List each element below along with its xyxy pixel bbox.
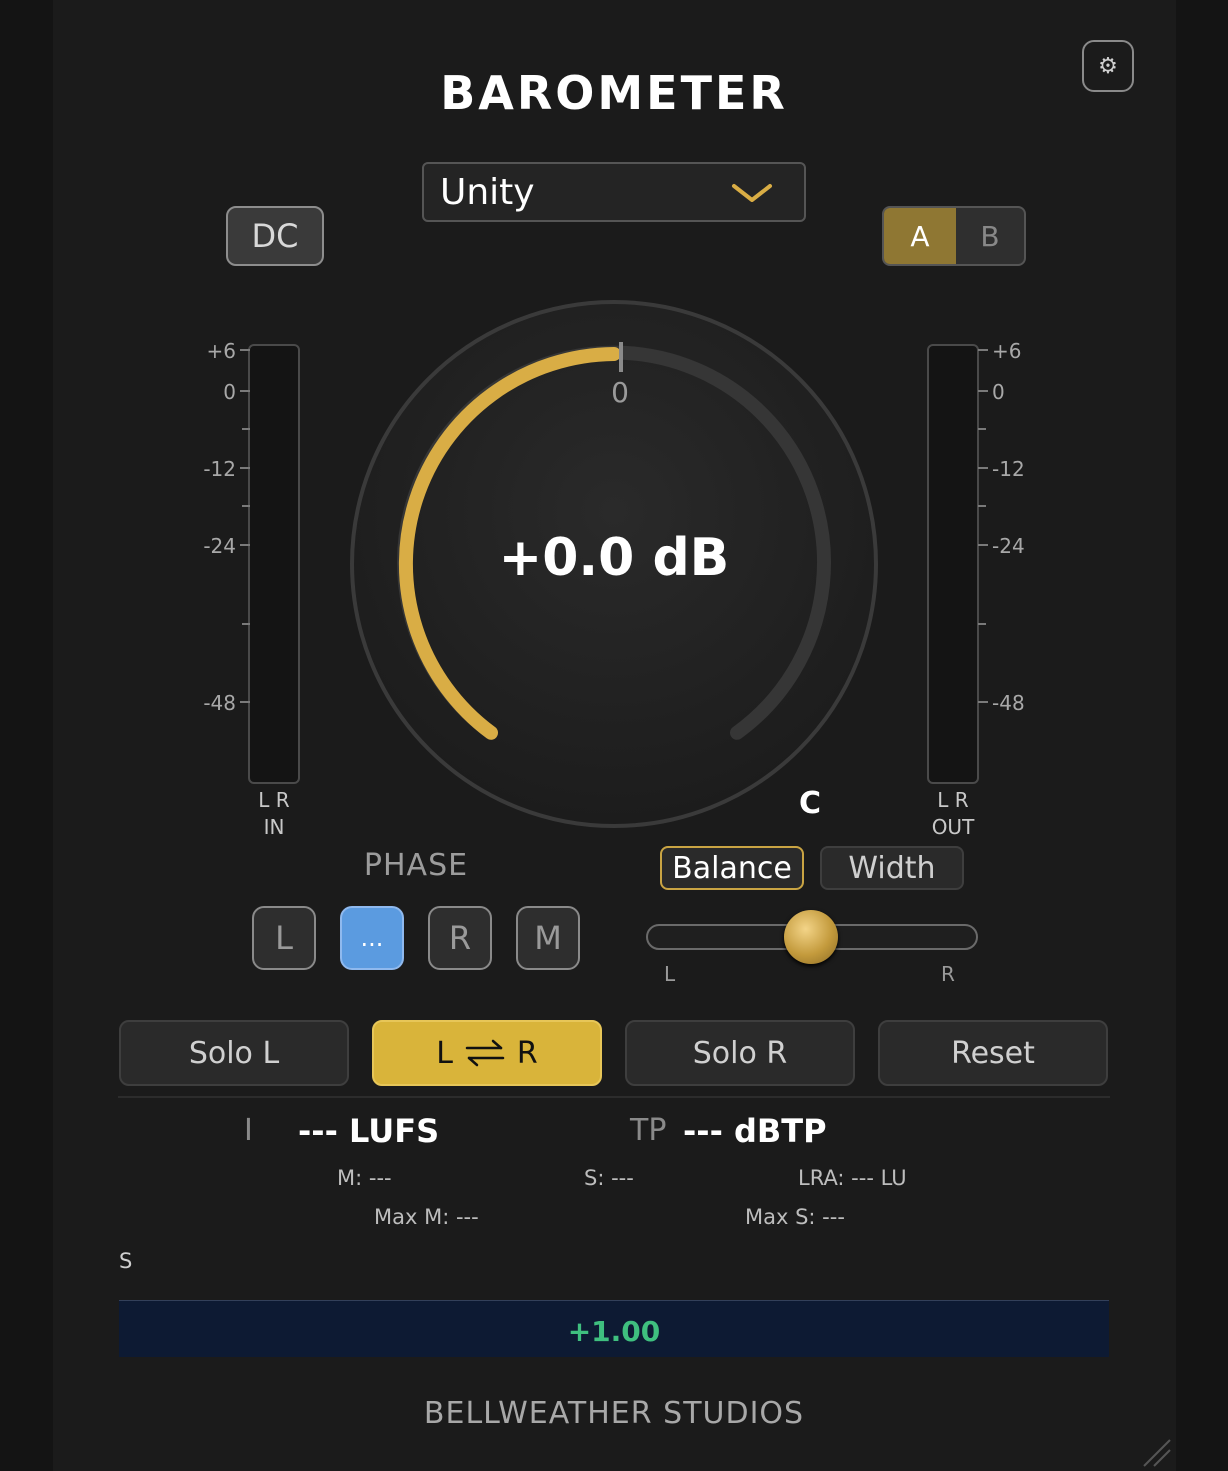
balance-tab[interactable]: Balance [660,846,804,890]
reset-button[interactable]: Reset [878,1020,1108,1086]
dc-button[interactable]: DC [226,206,324,266]
output-channels: L R [937,788,969,812]
max-short-term-value: Max S: --- [745,1205,845,1229]
input-meter-ticks [240,349,250,703]
ab-compare: A B [882,206,1026,266]
gain-value: +0.0 dB [498,528,730,588]
output-tick: -12 [992,457,1025,481]
integrated-label: I [244,1113,253,1148]
swap-left-label: L [436,1035,453,1071]
knob-zero-label: 0 [611,376,629,409]
swap-lr-button[interactable]: L R [372,1020,602,1086]
section-divider [118,1096,1110,1098]
ab-button-a[interactable]: A [884,208,956,264]
lra-value: LRA: --- LU [798,1166,907,1190]
input-tick: -48 [203,691,236,715]
chevron-down-icon [732,184,772,202]
footer-brand: BELLWEATHER STUDIOS [423,1396,805,1431]
short-term-value: S: --- [584,1166,634,1190]
output-tick: -48 [992,691,1025,715]
slider-left-label: L [664,962,676,986]
input-meter [248,344,300,784]
momentary-value: M: --- [337,1166,392,1190]
phase-button-m[interactable]: M [516,906,580,970]
dbtp-value: --- dBTP [683,1112,827,1150]
slider-right-label: R [941,962,955,986]
graph-value: +1.00 [567,1315,661,1348]
input-channels: L R [258,788,290,812]
input-tick: 0 [223,380,236,404]
output-tick: -24 [992,534,1025,558]
max-momentary-value: Max M: --- [374,1205,479,1229]
balance-center-label: C [798,786,822,821]
app-title: BAROMETER [440,66,788,120]
phase-button-l[interactable]: L [252,906,316,970]
output-tick: +6 [992,339,1022,363]
gear-icon: ⚙ [1098,53,1118,79]
input-tick: +6 [206,339,236,363]
loudness-graph: +1.00 [119,1300,1109,1357]
graph-axis-label: S [119,1249,133,1273]
preset-dropdown[interactable]: Unity [422,162,806,222]
phase-button-none[interactable]: ... [340,906,404,970]
input-tick: -12 [203,457,236,481]
solo-r-button[interactable]: Solo R [625,1020,855,1086]
resize-handle[interactable] [1142,1438,1172,1468]
true-peak-label: TP [630,1113,667,1148]
output-meter [927,344,979,784]
solo-l-button[interactable]: Solo L [119,1020,349,1086]
swap-arrows-icon [465,1039,505,1067]
width-tab[interactable]: Width [820,846,964,890]
output-meter-ticks [978,349,988,703]
balance-slider-thumb[interactable] [784,910,838,964]
preset-value: Unity [440,172,535,213]
input-label: IN [263,815,285,839]
output-tick: 0 [992,380,1005,404]
input-tick: -24 [203,534,236,558]
swap-right-label: R [516,1035,538,1071]
output-label: OUT [931,815,975,839]
settings-button[interactable]: ⚙ [1082,40,1134,92]
lufs-value: --- LUFS [298,1112,440,1150]
ab-button-b[interactable]: B [956,208,1024,264]
phase-button-r[interactable]: R [428,906,492,970]
phase-title: PHASE [363,848,469,883]
